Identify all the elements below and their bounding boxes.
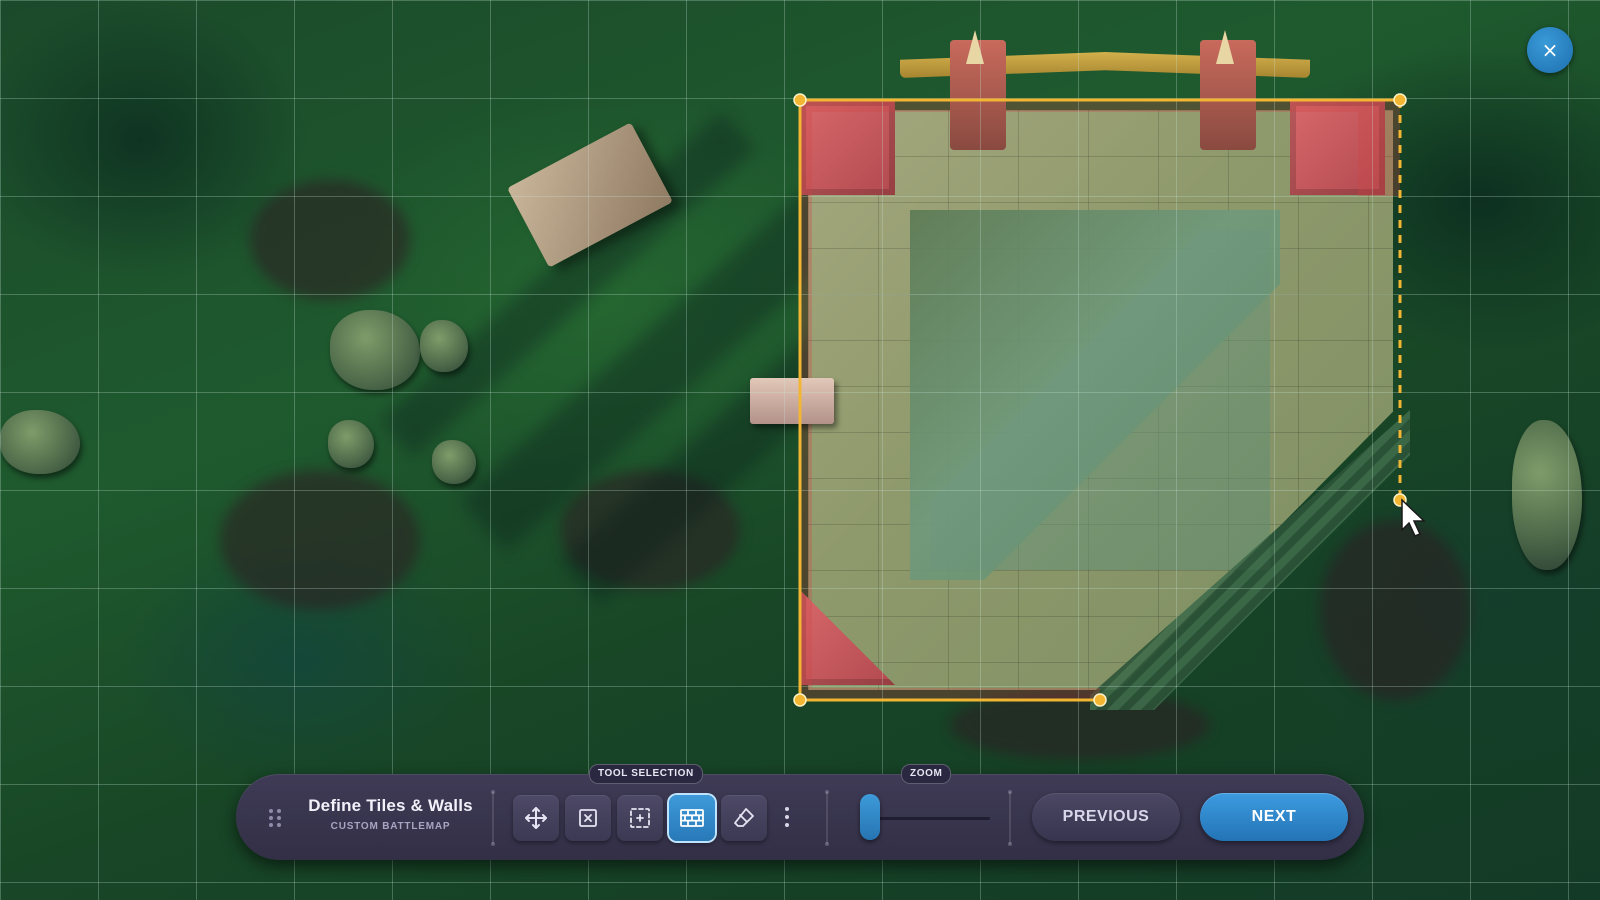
- step-title: Define Tiles & Walls: [308, 796, 473, 815]
- zoom-slider-track[interactable]: [860, 817, 990, 820]
- zoom-slider-thumb[interactable]: [859, 794, 880, 840]
- dashed-select-icon: [630, 808, 650, 828]
- eraser-icon: [734, 808, 754, 827]
- move-tool-button[interactable]: [513, 795, 559, 841]
- temple-gate: [900, 30, 1310, 150]
- temple-structure: [800, 100, 1410, 710]
- boulder: [420, 320, 468, 372]
- boulder: [328, 420, 374, 468]
- next-button[interactable]: NEXT: [1200, 793, 1348, 841]
- select-area-tool-button[interactable]: [617, 795, 663, 841]
- more-options-icon[interactable]: [784, 807, 790, 827]
- soil-patch: [220, 470, 420, 610]
- soil-patch: [250, 180, 410, 300]
- step-subtitle: CUSTOM BATTLEMAP: [330, 821, 451, 832]
- boulder: [0, 410, 80, 474]
- step-title-block: Define Tiles & Walls CUSTOM BATTLEMAP: [298, 796, 483, 832]
- box-x-icon: [579, 809, 597, 827]
- eraser-tool-button[interactable]: [721, 795, 767, 841]
- tiles-walls-tool-button[interactable]: [669, 795, 715, 841]
- boulder: [432, 440, 476, 484]
- editor-toolbar: Define Tiles & Walls CUSTOM BATTLEMAP TO…: [236, 764, 1364, 860]
- soil-patch: [950, 690, 1210, 760]
- gate-spike: [1216, 30, 1234, 64]
- drag-handle-icon[interactable]: [269, 809, 281, 827]
- toolbar-divider: [825, 790, 829, 846]
- zoom-label: ZOOM: [901, 764, 952, 784]
- gate-spike: [966, 30, 984, 64]
- close-icon: ×: [1541, 38, 1559, 62]
- toolbar-divider: [1008, 790, 1012, 846]
- close-button[interactable]: ×: [1527, 27, 1573, 73]
- previous-button[interactable]: PREVIOUS: [1032, 793, 1180, 841]
- toolbar-divider: [491, 790, 495, 846]
- tool-selection-label: TOOL SELECTION: [589, 764, 703, 784]
- boulder: [1512, 420, 1582, 570]
- side-altar: [750, 378, 834, 424]
- move-arrows-icon: [525, 807, 547, 829]
- brick-wall-icon: [680, 809, 704, 827]
- boulder: [330, 310, 420, 390]
- temple-corner-nw: [800, 100, 895, 195]
- delete-tile-tool-button[interactable]: [565, 795, 611, 841]
- battlemap-canvas[interactable]: × Define Tiles & Walls CUSTOM BATTLEMAP …: [0, 0, 1600, 900]
